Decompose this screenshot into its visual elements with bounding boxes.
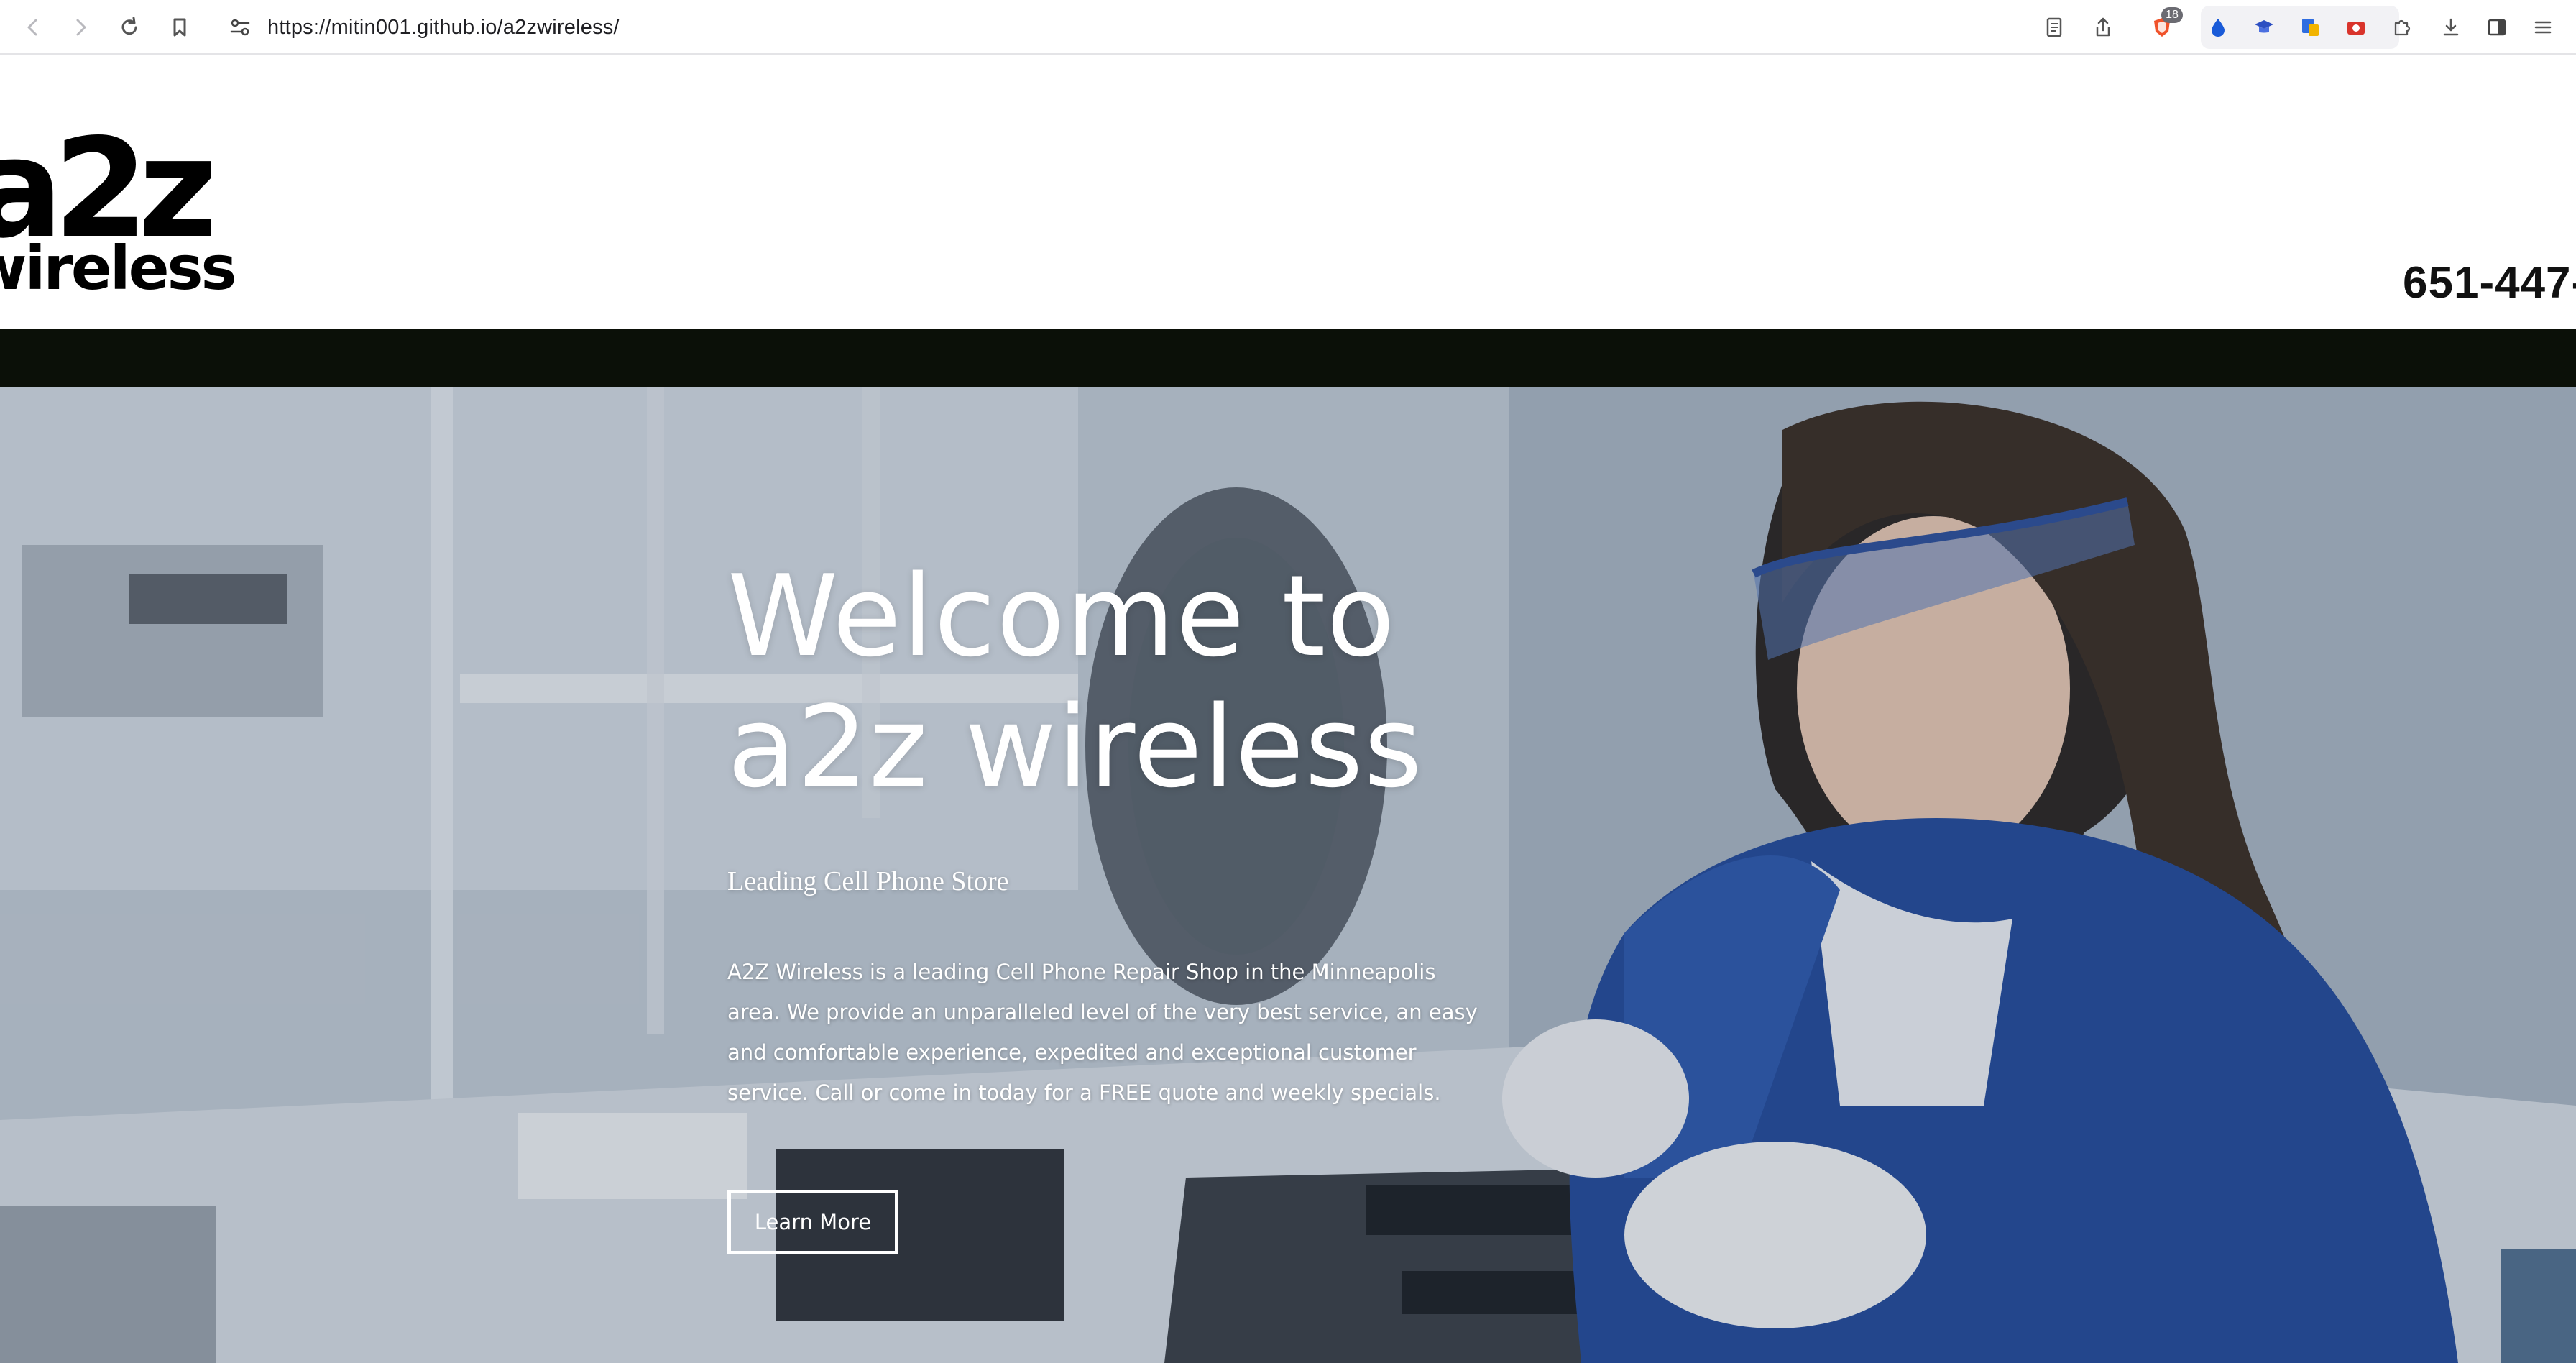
puzzle-extension-icon[interactable] — [2388, 13, 2416, 42]
logo-line-2: wireless — [0, 233, 237, 303]
site-header: a2z wireless 651-447- — [0, 56, 2576, 329]
translate-extension-icon[interactable] — [2296, 13, 2324, 42]
shields-count-badge: 18 — [2161, 7, 2183, 23]
learn-more-button[interactable]: Learn More — [727, 1190, 898, 1254]
reader-mode-icon[interactable] — [2040, 13, 2069, 42]
hero-section: Welcome to a2z wireless Leading Cell Pho… — [0, 387, 2576, 1363]
browser-toolbar: https://mitin001.github.io/a2zwireless/ … — [0, 0, 2576, 55]
phone-number[interactable]: 651-447- — [2403, 257, 2576, 308]
hamburger-menu-icon[interactable] — [2529, 13, 2557, 42]
url-text[interactable]: https://mitin001.github.io/a2zwireless/ — [267, 16, 620, 40]
share-icon[interactable] — [2089, 13, 2117, 42]
hero-description: A2Z Wireless is a leading Cell Phone Rep… — [727, 960, 1478, 1105]
droplet-extension-icon[interactable] — [2204, 13, 2232, 42]
a2z-logo[interactable]: a2z wireless — [0, 121, 237, 301]
bookmark-icon[interactable] — [162, 10, 197, 45]
forward-arrow-icon[interactable] — [63, 10, 98, 45]
navigation-bar — [0, 329, 2576, 387]
sidebar-icon[interactable] — [2483, 13, 2511, 42]
camera-extension-icon[interactable] — [2342, 13, 2370, 42]
site-settings-icon[interactable] — [227, 14, 253, 40]
hero-title-line-2: a2z wireless — [727, 682, 1423, 812]
back-arrow-icon[interactable] — [16, 10, 50, 45]
graduation-extension-icon[interactable] — [2250, 13, 2278, 42]
address-bar[interactable]: https://mitin001.github.io/a2zwireless/ — [213, 4, 2225, 50]
hero-subtitle: Leading Cell Phone Store — [727, 866, 1009, 896]
download-icon[interactable] — [2437, 13, 2465, 42]
logo-line-1: a2z — [0, 109, 218, 268]
hero-title: Welcome to a2z wireless — [727, 551, 1806, 812]
hero-title-line-1: Welcome to — [727, 551, 1396, 682]
reload-icon[interactable] — [112, 10, 147, 45]
hero-overlay — [0, 387, 2576, 1363]
